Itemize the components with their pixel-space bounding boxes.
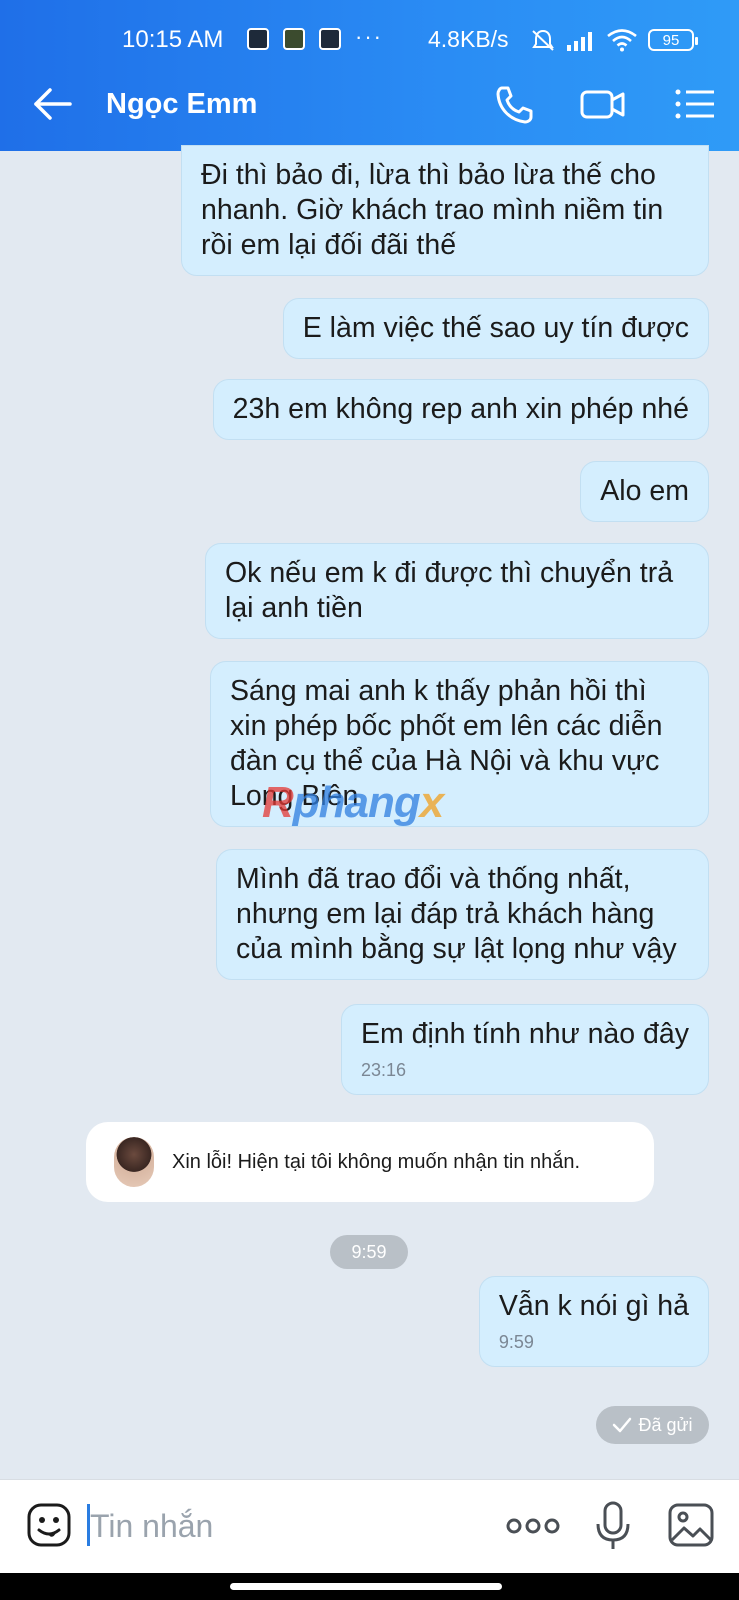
message-bubble[interactable]: Ok nếu em k đi được thì chuyển trả lại a…	[205, 543, 709, 639]
mute-alarm-icon	[532, 29, 554, 51]
app-notification-icon	[319, 28, 341, 50]
message-composer	[0, 1479, 739, 1573]
message-text: Alo em	[600, 475, 689, 507]
status-app-icons	[247, 28, 341, 50]
message-bubble[interactable]: Alo em	[580, 461, 709, 522]
message-text: Vẫn k nói gì hả	[498, 1290, 689, 1322]
message-bubble[interactable]: Vẫn k nói gì hả 9:59	[478, 1276, 709, 1367]
battery-level: 95	[662, 31, 680, 49]
message-text: Em định tính như nào đây	[360, 1018, 689, 1050]
chat-title[interactable]: Ngọc Emm	[106, 88, 257, 121]
video-call-icon[interactable]	[579, 82, 627, 126]
status-time: 10:15 AM	[122, 26, 224, 53]
emoji-icon[interactable]	[26, 1502, 72, 1548]
date-divider-text: 9:59	[351, 1241, 387, 1262]
menu-icon[interactable]	[672, 82, 720, 126]
message-time: 9:59	[498, 1332, 534, 1352]
status-more-dots: ···	[355, 24, 383, 49]
message-text: Ok nếu em k đi được thì chuyển trả lại a…	[225, 557, 674, 624]
message-bubble[interactable]: E làm việc thế sao uy tín được	[282, 298, 709, 359]
top-bar: 10:15 AM ··· 4.8KB/s 95 Ngọc Emm	[0, 0, 739, 151]
avatar	[114, 1137, 154, 1187]
auto-reply-notice: Xin lỗi! Hiện tại tôi không muốn nhận ti…	[86, 1122, 654, 1202]
wifi-icon	[607, 29, 637, 52]
message-list[interactable]: Đi thì bảo đi, lừa thì bảo lừa thế cho n…	[0, 145, 739, 1479]
network-speed: 4.8KB/s	[428, 26, 509, 52]
message-text: 23h em không rep anh xin phép nhé	[232, 393, 689, 425]
watermark-text: x	[419, 778, 445, 827]
system-nav-bar	[0, 1573, 739, 1600]
app-notification-icon	[283, 28, 305, 50]
message-text: E làm việc thế sao uy tín được	[302, 312, 689, 344]
message-text: Đi thì bảo đi, lừa thì bảo lừa thế cho n…	[201, 159, 664, 261]
watermark-text: R	[262, 778, 294, 827]
message-text: Mình đã trao đổi và thống nhất, nhưng em…	[236, 863, 677, 965]
message-bubble[interactable]: Em định tính như nào đây 23:16	[340, 1004, 709, 1095]
status-bar: 10:15 AM ··· 4.8KB/s 95	[0, 0, 739, 60]
app-notification-icon	[247, 28, 269, 50]
microphone-icon[interactable]	[593, 1500, 633, 1552]
sent-status-badge: Đã gửi	[596, 1406, 709, 1444]
watermark: Rphangx	[262, 778, 445, 828]
sent-status-text: Đã gửi	[638, 1414, 693, 1435]
signal-icon	[567, 32, 592, 51]
message-time: 23:16	[360, 1060, 406, 1080]
back-arrow-icon[interactable]	[30, 84, 74, 124]
check-icon	[613, 1417, 632, 1433]
message-bubble[interactable]: Đi thì bảo đi, lừa thì bảo lừa thế cho n…	[181, 145, 709, 276]
message-bubble[interactable]: 23h em không rep anh xin phép nhé	[212, 379, 709, 440]
status-system-icons: 95	[530, 28, 698, 52]
message-input[interactable]	[90, 1498, 480, 1554]
message-bubble[interactable]: Mình đã trao đổi và thống nhất, nhưng em…	[216, 849, 709, 980]
watermark-text: phang	[292, 778, 421, 827]
phone-icon[interactable]	[490, 82, 538, 126]
auto-reply-text: Xin lỗi! Hiện tại tôi không muốn nhận ti…	[172, 1150, 581, 1173]
image-icon[interactable]	[667, 1502, 715, 1548]
date-divider: 9:59	[330, 1235, 408, 1269]
chat-header: Ngọc Emm	[0, 60, 739, 151]
battery-indicator: 95	[648, 29, 698, 51]
home-gesture-handle[interactable]	[230, 1583, 502, 1590]
more-icon[interactable]	[506, 1512, 560, 1540]
